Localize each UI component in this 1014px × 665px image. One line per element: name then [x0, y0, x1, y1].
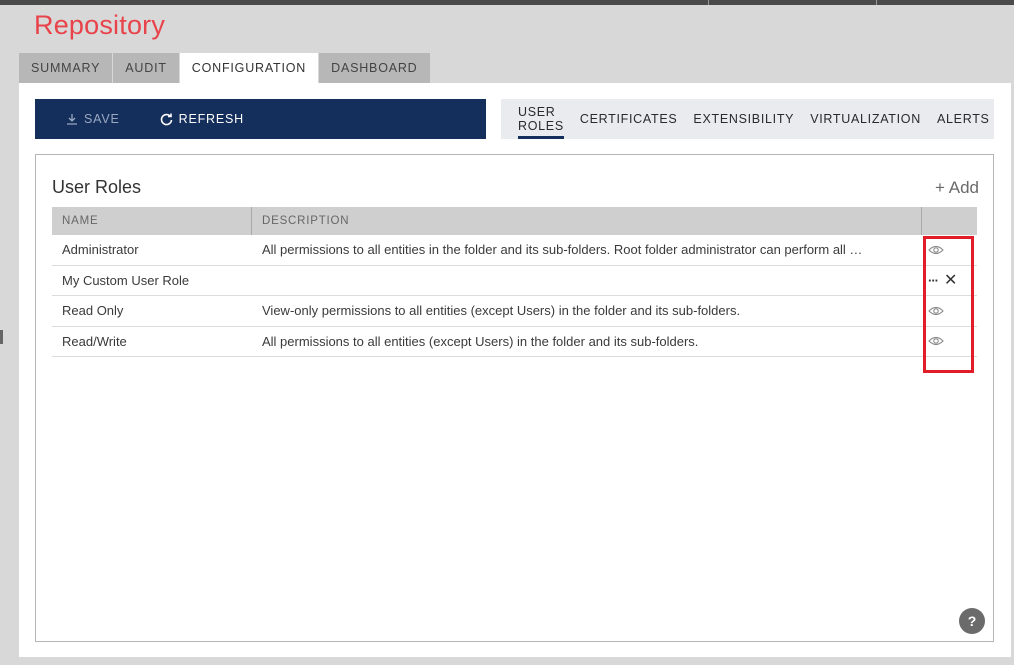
column-header-actions	[922, 207, 977, 235]
refresh-button[interactable]: REFRESH	[144, 99, 260, 139]
row-actions: ··· ✕	[922, 270, 977, 290]
section-title: User Roles	[52, 177, 142, 197]
table-row[interactable]: Read Only View-only permissions to all e…	[52, 296, 977, 327]
download-icon	[67, 114, 77, 125]
table-header: NAME DESCRIPTION	[52, 207, 977, 235]
column-header-description[interactable]: DESCRIPTION	[252, 207, 922, 235]
left-edge-handle	[0, 330, 3, 344]
table-row[interactable]: Read/Write All permissions to all entiti…	[52, 327, 977, 357]
role-name: Administrator	[62, 242, 139, 258]
table-row[interactable]: Administrator All permissions to all ent…	[52, 235, 977, 266]
role-name: Read Only	[62, 303, 124, 319]
main-tabs: SUMMARY AUDIT CONFIGURATION DASHBOARD	[19, 53, 431, 83]
top-bar-divider	[708, 0, 709, 5]
subtab-extensibility[interactable]: EXTENSIBILITY	[693, 99, 794, 139]
configuration-panel: SAVE REFRESH USER ROLES CERTIFICATES EXT…	[19, 83, 1011, 657]
top-bar-divider	[876, 0, 877, 5]
row-actions	[922, 244, 977, 256]
page-title: Repository	[34, 10, 166, 40]
eye-icon[interactable]	[928, 335, 944, 347]
close-icon[interactable]: ✕	[944, 270, 957, 290]
subtab-certificates[interactable]: CERTIFICATES	[580, 99, 678, 139]
eye-icon[interactable]	[928, 244, 944, 256]
more-icon[interactable]: ···	[928, 273, 939, 288]
row-actions	[922, 305, 977, 317]
tab-configuration[interactable]: CONFIGURATION	[179, 53, 320, 83]
row-actions	[922, 335, 977, 347]
window-top-bar	[0, 0, 1014, 5]
table-row[interactable]: My Custom User Role ··· ✕	[52, 266, 977, 296]
column-header-name[interactable]: NAME	[52, 207, 252, 235]
subtab-user-roles[interactable]: USER ROLES	[518, 99, 564, 139]
role-name: Read/Write	[62, 333, 127, 349]
action-toolbar: SAVE REFRESH	[35, 99, 486, 139]
subtab-virtualization[interactable]: VIRTUALIZATION	[810, 99, 921, 139]
add-user-role-button[interactable]: + Add	[935, 178, 979, 198]
role-name: My Custom User Role	[62, 272, 190, 288]
role-description: View-only permissions to all entities (e…	[262, 303, 741, 319]
save-button-label: SAVE	[84, 112, 120, 126]
eye-icon[interactable]	[928, 305, 944, 317]
refresh-icon	[160, 113, 172, 125]
tab-summary[interactable]: SUMMARY	[19, 53, 114, 83]
tab-audit[interactable]: AUDIT	[113, 53, 180, 83]
user-roles-section: User Roles + Add NAME DESCRIPTION Admini…	[35, 154, 994, 642]
config-sub-tabs: USER ROLES CERTIFICATES EXTENSIBILITY VI…	[501, 99, 994, 139]
save-button[interactable]: SAVE	[50, 99, 136, 139]
refresh-button-label: REFRESH	[178, 112, 244, 126]
role-description: All permissions to all entities (except …	[262, 333, 699, 349]
subtab-alerts[interactable]: ALERTS	[937, 99, 990, 139]
user-roles-table: NAME DESCRIPTION Administrator All permi…	[52, 207, 977, 357]
help-button[interactable]: ?	[959, 608, 985, 634]
tab-dashboard[interactable]: DASHBOARD	[319, 53, 431, 83]
role-description: All permissions to all entities in the f…	[262, 242, 863, 258]
